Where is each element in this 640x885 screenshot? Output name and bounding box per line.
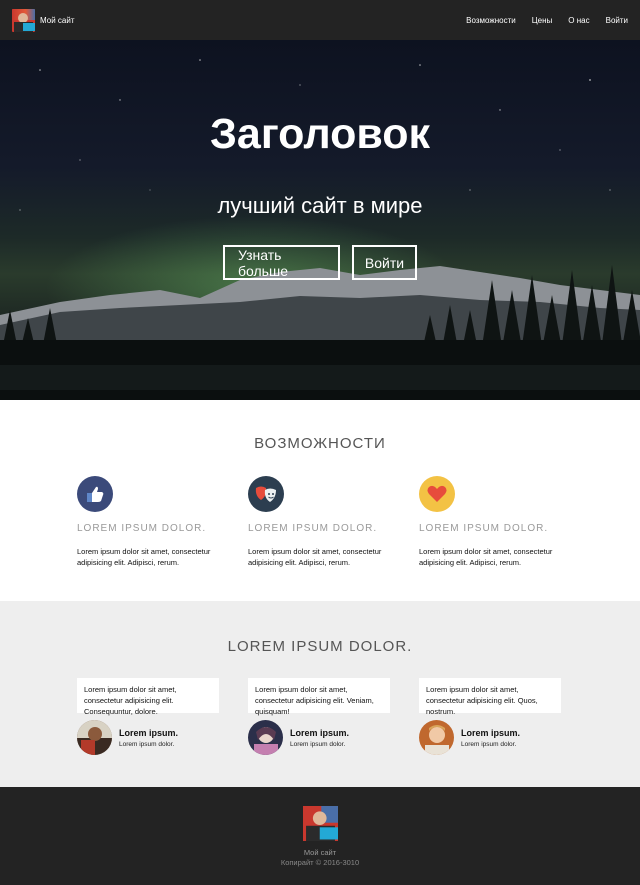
login-button[interactable]: Войти	[352, 245, 417, 280]
testimonial-role: Lorem ipsum dolor.	[119, 740, 175, 748]
footer-logo[interactable]	[303, 806, 338, 841]
testimonial-card: Lorem ipsum dolor sit amet, consectetur …	[77, 678, 219, 755]
footer-copyright: Копирайт © 2016-3010	[280, 858, 360, 867]
hero-subtitle: лучший сайт в мире	[217, 193, 423, 218]
nav-links: Возможности Цены О нас Войти	[466, 16, 628, 25]
avatar	[77, 720, 112, 755]
testimonial-name: Lorem ipsum.	[119, 727, 179, 738]
hero-buttons: Узнать больше Войти	[0, 245, 640, 280]
nav-link-login[interactable]: Войти	[606, 16, 628, 25]
feature-heading: LOREM IPSUM DOLOR.	[77, 523, 207, 534]
navbar: Мой сайт Возможности Цены О нас Войти	[0, 0, 640, 40]
testimonial-quote: Lorem ipsum dolor sit amet, consectetur …	[419, 678, 561, 716]
hero-background-image	[0, 59, 640, 400]
feature-text: Lorem ipsum dolor sit amet, consectetur …	[248, 547, 382, 567]
testimonial-name: Lorem ipsum.	[461, 727, 521, 738]
testimonial-author: Lorem ipsum. Lorem ipsum dolor.	[248, 720, 390, 755]
site-logo	[12, 8, 35, 32]
nav-link-features[interactable]: Возможности	[466, 16, 516, 25]
testimonial-quote: Lorem ipsum dolor sit amet, consectetur …	[248, 678, 390, 716]
features-title: ВОЗМОЖНОСТИ	[254, 435, 386, 452]
feature-heading: LOREM IPSUM DOLOR.	[248, 523, 378, 534]
testimonials-section: LOREM IPSUM DOLOR. Lorem ipsum dolor sit…	[0, 601, 640, 787]
footer: Мой сайт Копирайт © 2016-3010	[0, 787, 640, 885]
testimonial-author: Lorem ipsum. Lorem ipsum dolor.	[419, 720, 561, 755]
brand[interactable]: Мой сайт	[12, 8, 75, 32]
heart-icon	[419, 476, 455, 512]
thumbs-up-icon	[77, 476, 113, 512]
testimonial-author: Lorem ipsum. Lorem ipsum dolor.	[77, 720, 219, 755]
testimonial-quote: Lorem ipsum dolor sit amet, consectetur …	[77, 678, 219, 716]
theater-masks-icon	[248, 476, 284, 512]
hero-title: Заголовок	[209, 110, 431, 158]
testimonial-card: Lorem ipsum dolor sit amet, consectetur …	[248, 678, 390, 755]
hero-section: Заголовок лучший сайт в мире Узнать боль…	[0, 40, 640, 400]
testimonial-role: Lorem ipsum dolor.	[461, 740, 517, 748]
nav-link-pricing[interactable]: Цены	[532, 16, 553, 25]
avatar	[419, 720, 454, 755]
testimonial-name: Lorem ipsum.	[290, 727, 350, 738]
footer-brand-name: Мой сайт	[303, 848, 337, 857]
features-section: ВОЗМОЖНОСТИ LOREM IPSUM DOLOR. Lorem ips…	[0, 400, 640, 601]
learn-more-button[interactable]: Узнать больше	[223, 245, 340, 280]
feature-heading: LOREM IPSUM DOLOR.	[419, 523, 549, 534]
brand-name: Мой сайт	[40, 15, 75, 25]
feature-text: Lorem ipsum dolor sit amet, consectetur …	[77, 547, 211, 567]
testimonials-title: LOREM IPSUM DOLOR.	[227, 638, 413, 655]
testimonial-role: Lorem ipsum dolor.	[290, 740, 346, 748]
feature-item: LOREM IPSUM DOLOR. Lorem ipsum dolor sit…	[77, 476, 227, 568]
feature-item: LOREM IPSUM DOLOR. Lorem ipsum dolor sit…	[248, 476, 398, 568]
feature-text: Lorem ipsum dolor sit amet, consectetur …	[419, 547, 553, 567]
feature-item: LOREM IPSUM DOLOR. Lorem ipsum dolor sit…	[419, 476, 569, 568]
testimonial-card: Lorem ipsum dolor sit amet, consectetur …	[419, 678, 561, 755]
avatar	[248, 720, 283, 755]
nav-link-about[interactable]: О нас	[568, 16, 589, 25]
